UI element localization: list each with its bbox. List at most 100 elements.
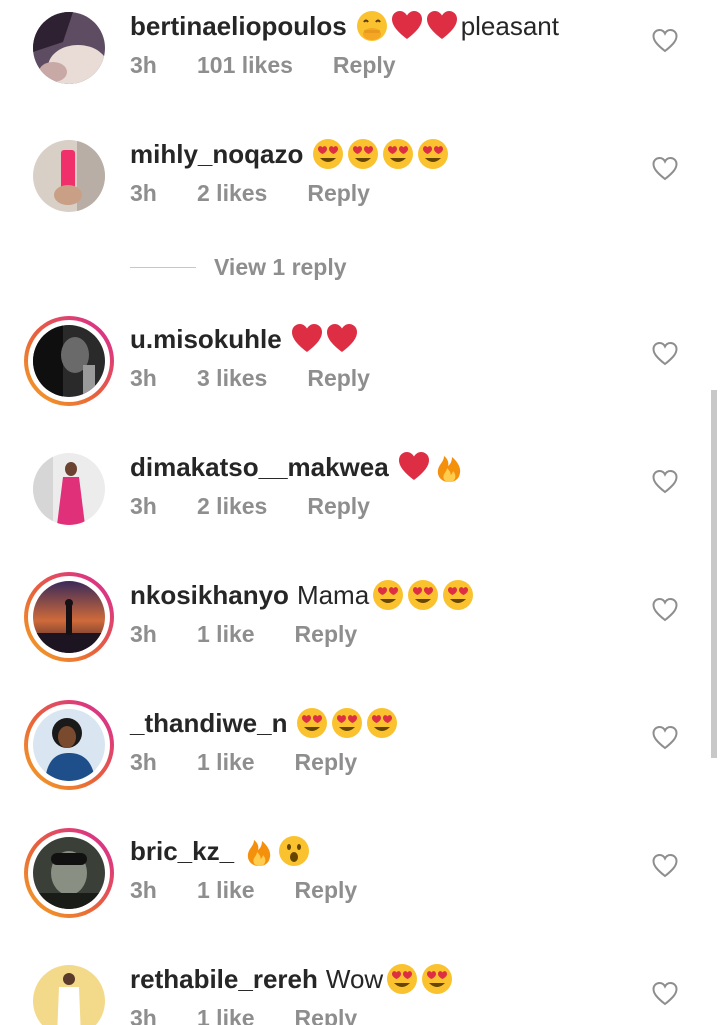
- emoji-group: [290, 322, 359, 356]
- red-heart-emoji: [326, 324, 357, 352]
- username[interactable]: bric_kz_: [130, 836, 234, 867]
- reply-button[interactable]: Reply: [295, 877, 358, 904]
- avatar-image: [33, 581, 105, 653]
- username[interactable]: bertinaeliopoulos: [130, 11, 347, 42]
- like-heart-icon[interactable]: [652, 341, 678, 367]
- comment-header: u.misokuhle: [130, 319, 359, 359]
- reply-button[interactable]: Reply: [295, 749, 358, 776]
- avatar-image: [33, 837, 105, 909]
- avatar[interactable]: [33, 453, 105, 525]
- emoji-group: [397, 450, 466, 484]
- username[interactable]: rethabile_rereh: [130, 964, 318, 995]
- comment-header: bertinaeliopoulos pleasant: [130, 6, 559, 46]
- likes-count[interactable]: 1 like: [197, 877, 255, 904]
- comment-time: 3h: [130, 180, 157, 206]
- comment-time: 3h: [130, 493, 157, 519]
- heart-eyes-emoji: [348, 139, 379, 169]
- heart-eyes-emoji: [387, 964, 418, 994]
- red-heart-emoji: [291, 324, 322, 352]
- comment-time: 3h: [130, 52, 157, 78]
- hand-over-mouth-emoji: [356, 11, 387, 41]
- likes-count[interactable]: 1 like: [197, 1005, 255, 1025]
- comment-header: rethabile_rereh Wow: [130, 959, 454, 999]
- emoji-group: [295, 706, 399, 740]
- like-heart-icon[interactable]: [652, 597, 678, 623]
- heart-eyes-emoji: [408, 580, 439, 610]
- reply-button[interactable]: Reply: [333, 52, 396, 79]
- emoji-group: [311, 137, 450, 171]
- comment-header: bric_kz_: [130, 831, 311, 871]
- comment-time: 3h: [130, 365, 157, 391]
- username[interactable]: mihly_noqazo: [130, 139, 303, 170]
- like-heart-icon[interactable]: [652, 725, 678, 751]
- username[interactable]: dimakatso__makwea: [130, 452, 389, 483]
- avatar-image: [33, 709, 105, 781]
- username[interactable]: u.misokuhle: [130, 324, 282, 355]
- emoji-group: [355, 9, 459, 43]
- reply-button[interactable]: Reply: [295, 621, 358, 648]
- view-replies-button[interactable]: View 1 reply: [130, 252, 347, 282]
- avatar-story-ring[interactable]: [24, 828, 114, 918]
- like-heart-icon[interactable]: [652, 28, 678, 54]
- avatar[interactable]: [33, 140, 105, 212]
- comment-item: mihly_noqazo 3h 2 likes Reply: [0, 128, 720, 228]
- likes-count[interactable]: 101 likes: [197, 52, 293, 79]
- emoji-group: [371, 578, 475, 612]
- heart-eyes-emoji: [332, 708, 363, 738]
- comment-time: 3h: [130, 621, 157, 647]
- comment-meta: 3h 3 likes Reply: [130, 365, 370, 392]
- likes-count[interactable]: 1 like: [197, 621, 255, 648]
- heart-eyes-emoji: [443, 580, 474, 610]
- comment-meta: 3h 1 like Reply: [130, 621, 357, 648]
- comment-header: nkosikhanyo Mama: [130, 575, 475, 615]
- emoji-group: [385, 962, 454, 996]
- comment-item: rethabile_rereh Wow 3h 1 like Reply: [0, 953, 720, 1025]
- heart-eyes-emoji: [418, 139, 449, 169]
- avatar-story-ring[interactable]: [24, 316, 114, 406]
- heart-eyes-emoji: [422, 964, 453, 994]
- username[interactable]: _thandiwe_n: [130, 708, 287, 739]
- reply-button[interactable]: Reply: [307, 180, 370, 207]
- comment-meta: 3h 1 like Reply: [130, 749, 357, 776]
- comment-header: _thandiwe_n: [130, 703, 399, 743]
- avatar-story-ring[interactable]: [24, 700, 114, 790]
- view-replies-label: View 1 reply: [214, 253, 347, 280]
- comment-item: bertinaeliopoulos pleasant 3h 101 likes Re…: [0, 0, 720, 100]
- comment-time: 3h: [130, 1005, 157, 1025]
- like-heart-icon[interactable]: [652, 156, 678, 182]
- comment-header: dimakatso__makwea: [130, 447, 466, 487]
- avatar-story-ring[interactable]: [24, 572, 114, 662]
- comment-meta: 3h 2 likes Reply: [130, 180, 370, 207]
- scrollbar-thumb[interactable]: [711, 390, 717, 758]
- comment-text: pleasant: [460, 10, 559, 41]
- avatar-image: [33, 12, 105, 84]
- emoji-group: [242, 834, 311, 868]
- heart-eyes-emoji: [313, 139, 344, 169]
- comment-meta: 3h 1 like Reply: [130, 1005, 357, 1025]
- avatar-image: [33, 140, 105, 212]
- reply-button[interactable]: Reply: [307, 365, 370, 392]
- avatar[interactable]: [33, 965, 105, 1025]
- red-heart-emoji: [426, 11, 457, 39]
- avatar-image: [33, 325, 105, 397]
- comment-time: 3h: [130, 877, 157, 903]
- avatar[interactable]: [33, 12, 105, 84]
- comment-text: Mama: [296, 579, 370, 610]
- like-heart-icon[interactable]: [652, 981, 678, 1007]
- reply-button[interactable]: Reply: [295, 1005, 358, 1025]
- comment-text: Wow: [325, 963, 384, 994]
- reply-button[interactable]: Reply: [307, 493, 370, 520]
- username[interactable]: nkosikhanyo: [130, 580, 289, 611]
- comment-header: mihly_noqazo: [130, 134, 450, 174]
- comment-item: nkosikhanyo Mama 3h 1 like Reply: [0, 569, 720, 669]
- red-heart-emoji: [391, 11, 422, 39]
- avatar-image: [33, 453, 105, 525]
- likes-count[interactable]: 2 likes: [197, 493, 267, 520]
- likes-count[interactable]: 1 like: [197, 749, 255, 776]
- comment-meta: 3h 2 likes Reply: [130, 493, 370, 520]
- avatar-image: [33, 965, 105, 1025]
- likes-count[interactable]: 2 likes: [197, 180, 267, 207]
- likes-count[interactable]: 3 likes: [197, 365, 267, 392]
- like-heart-icon[interactable]: [652, 469, 678, 495]
- like-heart-icon[interactable]: [652, 853, 678, 879]
